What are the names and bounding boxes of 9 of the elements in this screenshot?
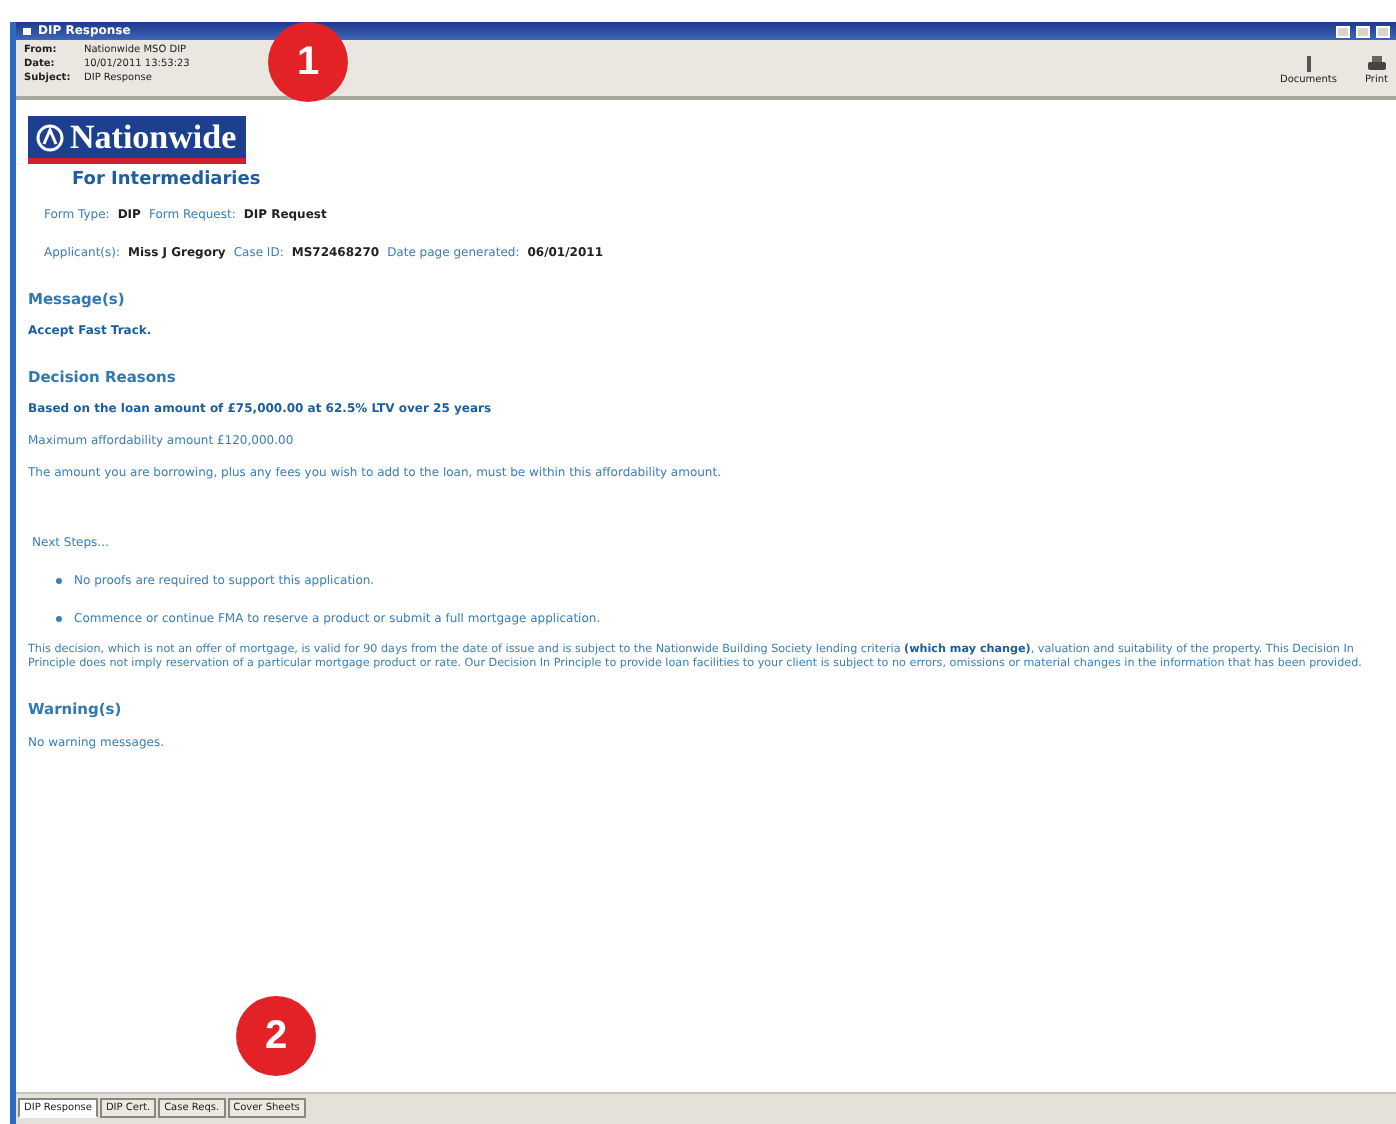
maximize-button[interactable] xyxy=(1356,25,1370,37)
logo-tagline: For Intermediaries xyxy=(72,170,263,190)
minimize-button[interactable] xyxy=(1336,25,1350,37)
printer-icon xyxy=(1367,56,1386,72)
close-button[interactable] xyxy=(1376,25,1390,37)
logo: Nationwide xyxy=(28,116,247,164)
bullet-icon xyxy=(56,578,62,584)
bullet-icon xyxy=(56,616,62,622)
window-icon xyxy=(22,26,32,36)
